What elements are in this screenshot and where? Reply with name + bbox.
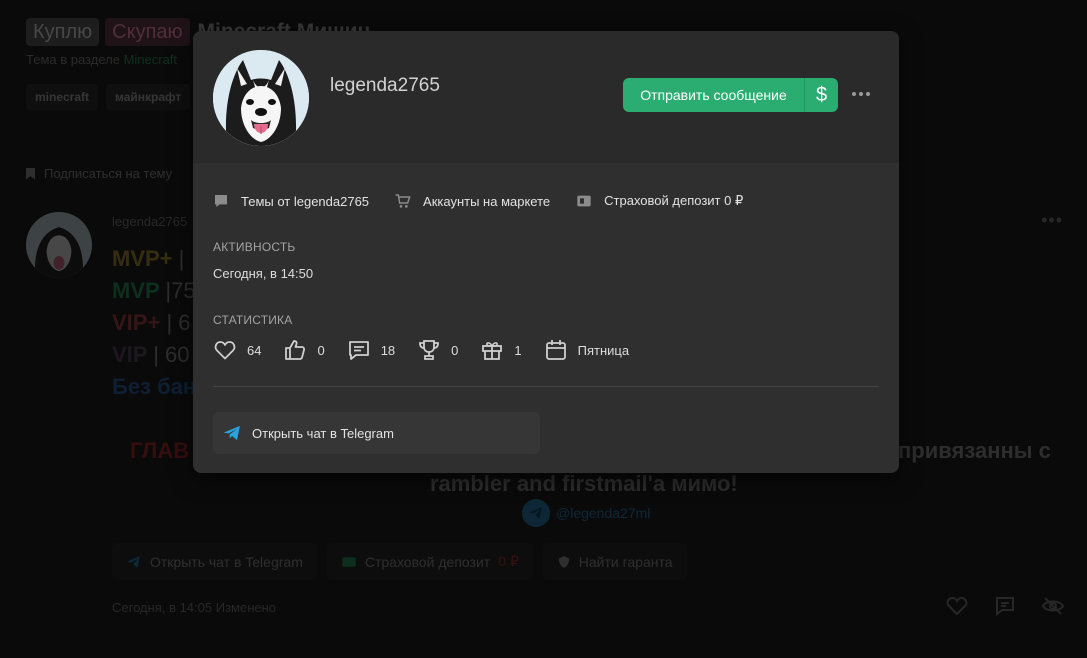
last-activity-value: Сегодня, в 14:50	[213, 266, 314, 281]
insurance-deposit-label: Страховой депозит 0 ₽	[604, 193, 744, 208]
dollar-icon: $	[815, 83, 828, 106]
member-threads-label: Темы от legenda2765	[241, 193, 370, 209]
stat-likes-value: 64	[247, 342, 262, 358]
member-card-popup: legenda2765 Отправить сообщение $ Темы о…	[193, 31, 899, 473]
member-links: Темы от legenda2765 Аккаунты на маркете …	[213, 193, 743, 209]
chat-bubble-icon	[215, 195, 227, 207]
stat-gifts-value: 1	[514, 342, 522, 358]
market-accounts-label: Аккаунты на маркете	[423, 193, 551, 209]
stat-thumbs-value: 0	[317, 342, 325, 358]
stat-likes[interactable]: 64	[213, 338, 261, 362]
deposit-icon	[577, 195, 591, 207]
card-divider	[213, 386, 879, 387]
stat-trophies[interactable]: 0	[417, 338, 458, 362]
stat-messages-value: 18	[380, 342, 396, 358]
member-username[interactable]: legenda2765	[330, 75, 440, 97]
stat-messages[interactable]: 18	[347, 338, 395, 362]
send-message-button[interactable]: Отправить сообщение	[623, 78, 804, 112]
dot-icon	[859, 92, 863, 96]
statistics-row: 64 0 18 0 1 Пятница	[213, 338, 651, 362]
open-telegram-chat-label: Открыть чат в Telegram	[252, 425, 394, 441]
statistics-heading: СТАТИСТИКА	[213, 313, 293, 327]
husky-avatar-image	[213, 50, 309, 146]
activity-heading: АКТИВНОСТЬ	[213, 240, 296, 254]
calendar-icon	[545, 340, 566, 360]
heart-icon	[214, 341, 236, 360]
gift-icon	[482, 342, 503, 360]
money-transfer-button[interactable]: $	[804, 78, 838, 112]
telegram-icon	[223, 425, 240, 441]
insurance-deposit-link[interactable]: Страховой депозит 0 ₽	[576, 193, 743, 209]
stat-gifts[interactable]: 1	[480, 338, 522, 362]
message-icon	[348, 341, 369, 360]
stat-trophies-value: 0	[451, 342, 459, 358]
stat-thumbs[interactable]: 0	[283, 338, 325, 362]
more-options-button[interactable]	[849, 82, 873, 106]
member-threads-link[interactable]: Темы от legenda2765	[213, 193, 369, 209]
cart-icon	[395, 194, 411, 208]
trophy-icon	[419, 340, 440, 360]
member-avatar[interactable]	[213, 50, 309, 146]
stat-birthday-value: Пятница	[577, 342, 630, 358]
market-accounts-link[interactable]: Аккаунты на маркете	[395, 193, 550, 209]
open-telegram-chat-button[interactable]: Открыть чат в Telegram	[213, 412, 540, 454]
dot-icon	[866, 92, 870, 96]
thumbs-up-icon	[285, 340, 306, 360]
dot-icon	[852, 92, 856, 96]
stat-birthday[interactable]: Пятница	[544, 338, 629, 362]
